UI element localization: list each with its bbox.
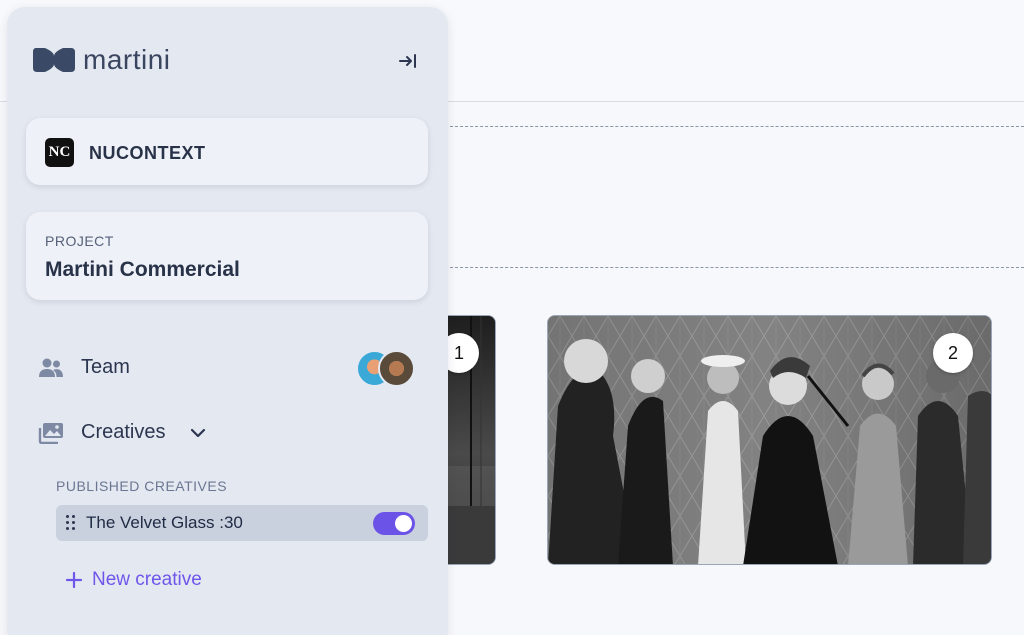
images-icon [38,422,63,444]
creative-publish-toggle[interactable] [373,512,415,535]
organization-name: NUCONTEXT [89,143,206,163]
dashed-guide-line [440,267,1024,268]
dashed-guide-line [440,126,1024,127]
brand-name: martini [83,44,171,75]
people-icon [39,358,63,377]
storyboard-frame-2[interactable]: 2 [547,315,992,565]
sidebar: martini NC NUCONTEXT PROJECT Martini Com… [7,7,448,635]
new-creative-button[interactable]: New creative [65,569,202,591]
nav-creatives-label: Creatives [81,421,166,443]
creative-name: The Velvet Glass :30 [86,513,243,532]
nav-creatives[interactable]: Creatives [38,421,206,444]
brand-logo[interactable]: martini [33,43,171,77]
plus-icon [65,571,83,589]
nav-team-label: Team [81,356,130,378]
drag-handle-icon[interactable] [66,515,76,531]
organization-logo: NC [45,138,74,167]
project-caption: PROJECT [45,233,114,249]
creative-list-item[interactable]: The Velvet Glass :30 [56,505,428,541]
toggle-knob [395,515,412,532]
project-name: Martini Commercial [45,258,240,281]
arrow-right-to-line-icon[interactable] [399,53,419,69]
project-selector[interactable]: PROJECT Martini Commercial [26,212,428,300]
published-creatives-heading: PUBLISHED CREATIVES [56,478,228,494]
new-creative-label: New creative [92,569,202,590]
team-avatars[interactable] [356,350,418,388]
organization-selector[interactable]: NC NUCONTEXT [26,118,428,185]
frame-number-badge: 2 [933,333,973,373]
chevron-down-icon[interactable] [190,428,206,438]
frame-2-illustration [548,316,991,564]
avatar [378,350,415,387]
martini-logo-icon [33,48,75,72]
nav-team[interactable]: Team [38,356,130,379]
